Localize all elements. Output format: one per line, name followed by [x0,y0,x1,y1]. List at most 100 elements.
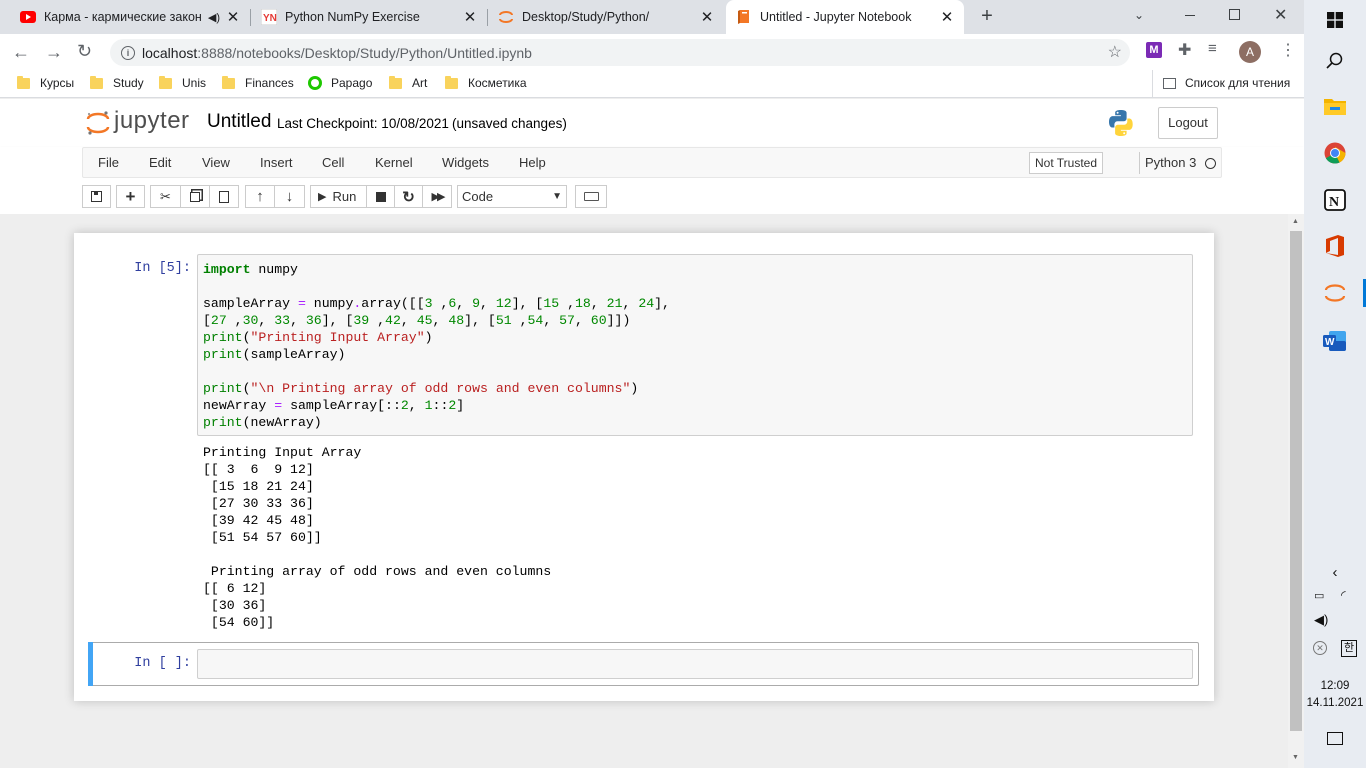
bookmark-kursy[interactable]: Курсы [17,75,74,90]
reading-list-button[interactable]: Список для чтения [1163,76,1290,90]
tab-desktop-study[interactable]: Desktop/Study/Python/ ✕ [488,0,724,34]
forward-icon[interactable]: → [45,42,63,63]
paste-button[interactable] [209,185,239,208]
cut-button[interactable]: ✂ [150,185,181,208]
restart-icon: ↻ [402,188,415,206]
chrome-menu-icon[interactable]: ⋮ [1280,40,1296,60]
window-close-icon[interactable]: ✕ [1274,5,1287,25]
extensions-puzzle-icon[interactable]: ✚ [1178,40,1191,60]
info-icon[interactable]: i [121,45,135,60]
move-up-button[interactable]: ↑ [245,185,275,208]
copy-button[interactable] [180,185,210,208]
bookmark-finances[interactable]: Finances [222,75,294,90]
bookmark-star-icon[interactable]: ☆ [1108,42,1122,62]
word-icon[interactable]: W [1304,328,1366,354]
close-tab-icon[interactable]: ✕ [940,8,954,26]
bookmark-papago[interactable]: Papago [308,76,372,90]
svg-text:W: W [1325,337,1335,348]
reload-icon[interactable]: ↻ [77,41,92,62]
media-control-icon[interactable]: ≡ [1208,40,1217,57]
chrome-icon[interactable] [1304,141,1366,165]
menu-widgets[interactable]: Widgets [442,155,489,170]
run-button[interactable]: ▶ Run [310,185,367,208]
tab-youtube[interactable]: Карма - кармические закон ◀) ✕ [10,0,250,34]
windows-start-icon[interactable] [1304,10,1366,30]
vertical-scrollbar[interactable]: ▲ ▼ [1288,214,1304,768]
file-explorer-icon[interactable] [1304,95,1366,117]
menu-view[interactable]: View [202,155,230,170]
volume-icon[interactable]: ◀) [1314,612,1328,628]
command-palette-button[interactable] [575,185,607,208]
battery-icon[interactable]: ▭ [1314,589,1324,602]
code-cell-input[interactable]: import numpy sampleArray = numpy.array([… [197,254,1193,436]
restore-icon[interactable] [1229,9,1240,20]
kernel-name[interactable]: Python 3 [1145,155,1196,170]
input-prompt: In [ ]: [134,656,191,671]
scroll-down-icon[interactable]: ▼ [1292,754,1299,761]
close-tab-icon[interactable]: ✕ [700,8,714,26]
folder-icon [222,75,235,89]
bookmark-art[interactable]: Art [389,75,427,90]
bookmark-label: Finances [245,76,294,90]
fast-forward-icon: ▶▶ [431,191,446,203]
bookmark-label: Косметика [468,76,527,90]
notebook-name[interactable]: Untitled [207,111,271,133]
code-source[interactable]: import numpy sampleArray = numpy.array([… [203,261,670,431]
save-button[interactable] [82,185,111,208]
ime-indicator[interactable]: 한 [1341,640,1357,657]
folder-icon [90,75,103,89]
menubar: File Edit View Insert Cell Kernel Widget… [82,147,1222,178]
menu-insert[interactable]: Insert [260,155,293,170]
restart-button[interactable]: ↻ [394,185,423,208]
jupyter-icon[interactable] [1304,280,1366,306]
empty-code-cell-input[interactable] [197,649,1193,679]
tab-numpy-exercise[interactable]: YN Python NumPy Exercise ✕ [251,0,487,34]
search-icon[interactable] [1304,50,1366,72]
extension-icon[interactable]: M [1146,42,1162,58]
tab-untitled-notebook[interactable]: Untitled - Jupyter Notebook ✕ [726,0,964,34]
cell-type-value: Code [462,189,494,204]
scroll-up-icon[interactable]: ▲ [1292,218,1299,225]
scissors-icon: ✂ [160,188,171,204]
tab-title: Untitled - Jupyter Notebook [760,10,912,24]
arrow-up-icon: ↑ [256,188,264,205]
new-tab-button[interactable]: + [976,5,998,27]
jupyter-logo-icon[interactable] [86,109,110,137]
minimize-icon[interactable] [1180,6,1200,16]
menu-cell[interactable]: Cell [322,155,344,170]
menu-help[interactable]: Help [519,155,546,170]
insert-cell-button[interactable]: + [116,185,145,208]
profile-avatar[interactable]: A [1239,41,1261,63]
bookmark-kosmetika[interactable]: Косметика [445,75,527,90]
clock-time[interactable]: 12:09 [1304,680,1366,692]
menu-file[interactable]: File [98,155,119,170]
url-path: :8888/notebooks/Desktop/Study/Python/Unt… [197,44,532,61]
interrupt-button[interactable] [366,185,395,208]
play-icon: ▶ [318,191,327,203]
bookmark-study[interactable]: Study [90,75,144,90]
notifications-icon[interactable] [1327,732,1343,745]
clock-date[interactable]: 14.11.2021 [1304,697,1366,709]
address-bar[interactable]: i localhost :8888/notebooks/Desktop/Stud… [110,39,1130,66]
back-icon[interactable]: ← [12,42,30,63]
bookmark-unis[interactable]: Unis [159,75,206,90]
youtube-icon [20,9,36,25]
menu-kernel[interactable]: Kernel [375,155,413,170]
scrollbar-thumb[interactable] [1290,231,1302,731]
wifi-icon[interactable]: ◜ [1341,588,1346,602]
copy-icon [190,191,200,202]
close-tab-icon[interactable]: ✕ [226,8,240,26]
close-tab-icon[interactable]: ✕ [463,8,477,26]
cell-type-select[interactable]: Code ▼ [457,185,567,208]
restart-run-all-button[interactable]: ▶▶ [422,185,452,208]
input-status-icon[interactable]: ✕ [1313,641,1327,655]
tab-search-icon[interactable]: ⌄ [1134,8,1144,22]
move-down-button[interactable]: ↓ [274,185,305,208]
show-hidden-icons-icon[interactable]: ‹ [1304,562,1366,582]
speaker-icon[interactable]: ◀) [208,11,220,24]
menu-edit[interactable]: Edit [149,155,171,170]
trust-indicator[interactable]: Not Trusted [1029,152,1104,174]
logout-button[interactable]: Logout [1158,107,1218,139]
notion-icon[interactable]: N [1304,187,1366,213]
office-icon[interactable] [1304,233,1366,259]
